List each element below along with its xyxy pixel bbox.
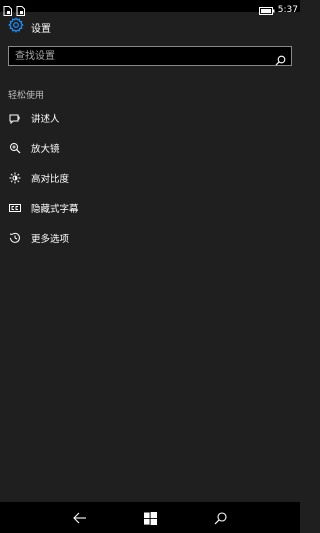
- search-input[interactable]: [9, 47, 271, 65]
- page-title: 设置: [31, 23, 51, 35]
- menu-item-narrator[interactable]: 讲述人: [0, 105, 300, 131]
- search-icon[interactable]: [211, 509, 229, 527]
- section-title: 轻松使用: [8, 91, 45, 101]
- narrator-icon: [8, 111, 22, 125]
- menu-item-high-contrast[interactable]: 高对比度: [0, 165, 300, 191]
- closed-captions-icon: [8, 201, 22, 215]
- magnifier-icon: [8, 141, 22, 155]
- menu-item-label: 更多选项: [31, 234, 70, 245]
- high-contrast-icon: [8, 171, 22, 185]
- menu-item-label: 高对比度: [31, 174, 70, 185]
- status-time: 5:37: [277, 4, 298, 15]
- menu-item-closed-captions[interactable]: 隐藏式字幕: [0, 195, 300, 221]
- windows-start-icon[interactable]: [141, 509, 159, 527]
- back-icon[interactable]: [71, 509, 89, 527]
- menu-item-label: 放大镜: [31, 144, 60, 155]
- menu-item-more-options[interactable]: 更多选项: [0, 225, 300, 251]
- battery-icon: [258, 0, 275, 19]
- more-options-icon: [8, 231, 22, 245]
- status-right: 5:37: [258, 0, 298, 19]
- menu-item-label: 讲述人: [31, 114, 60, 125]
- search-box[interactable]: [8, 46, 292, 66]
- header: 设置: [8, 17, 51, 37]
- gear-icon: [8, 17, 24, 37]
- navigation-bar: [0, 502, 300, 533]
- menu-item-label: 隐藏式字幕: [31, 204, 79, 215]
- search-icon[interactable]: [275, 51, 286, 70]
- menu-item-magnifier[interactable]: 放大镜: [0, 135, 300, 161]
- status-bar: 5:37: [0, 0, 300, 16]
